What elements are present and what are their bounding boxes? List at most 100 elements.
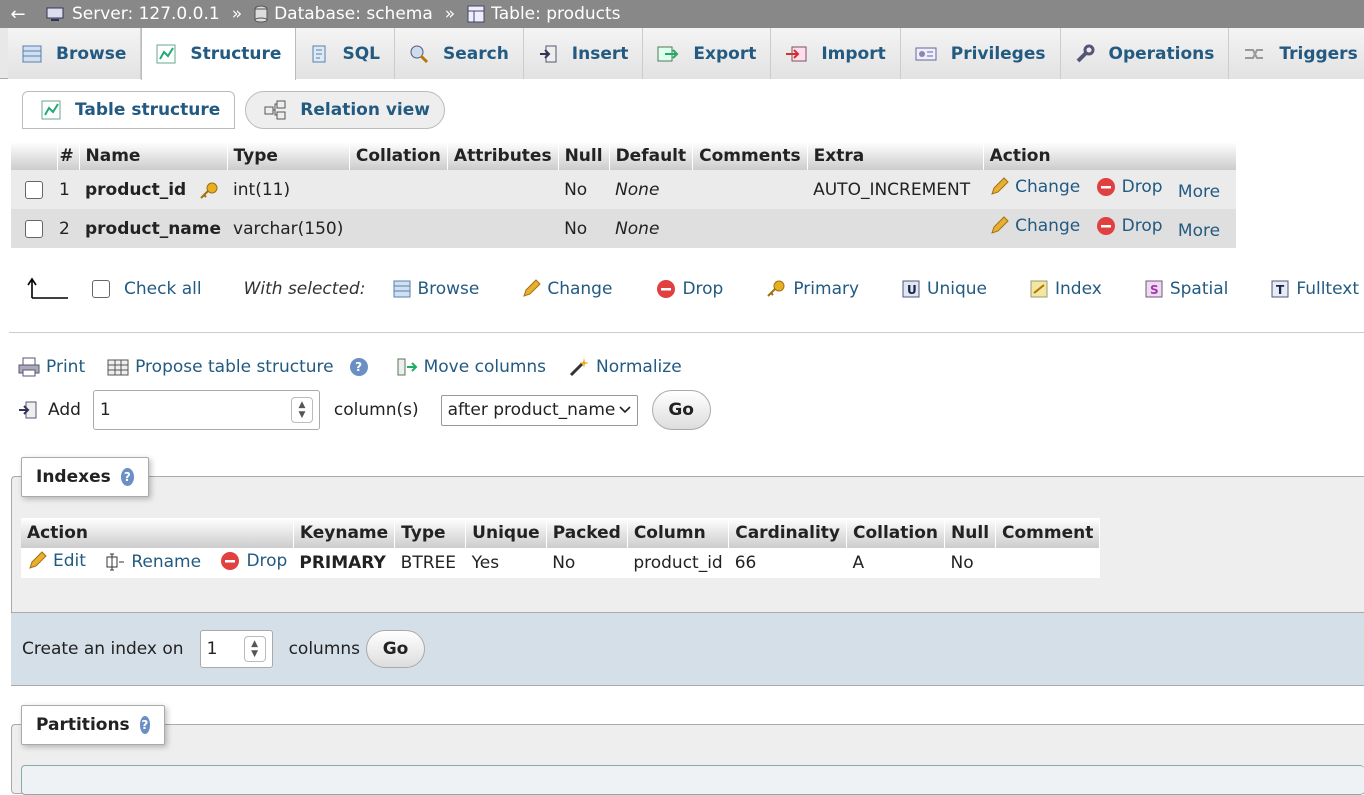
primary-key-icon — [767, 280, 785, 297]
breadcrumb-table[interactable]: Table: products — [467, 4, 621, 24]
tab-insert[interactable]: Insert — [523, 28, 644, 79]
tab-export[interactable]: Export — [643, 28, 772, 79]
tab-structure[interactable]: Structure — [141, 28, 297, 80]
more-button[interactable]: More — [1178, 221, 1220, 241]
number-spinner[interactable]: ▲ ▼ — [290, 397, 313, 423]
index-packed: No — [546, 548, 628, 578]
bulk-unique-button[interactable]: U Unique — [901, 279, 987, 299]
table-row: 1 product_id int(11) No None AUTO_INCREM… — [11, 170, 1237, 209]
tab-export-label: Export — [693, 43, 757, 64]
index-header-column: Column — [627, 518, 730, 548]
propose-structure-icon — [107, 359, 129, 376]
subtab-relation-view[interactable]: Relation view — [245, 91, 445, 129]
structure-table: # Name Type Collation Attributes Null De… — [11, 142, 1237, 248]
tab-sql[interactable]: SQL — [296, 28, 395, 79]
tab-operations[interactable]: Operations — [1060, 28, 1230, 79]
tab-privileges[interactable]: Privileges — [900, 28, 1061, 79]
table-label: Table: products — [491, 4, 621, 24]
move-columns-label: Move columns — [423, 357, 547, 377]
structure-links: Print Propose table structure ? Move col… — [18, 356, 694, 378]
column-header-num[interactable]: # — [57, 142, 80, 170]
move-columns-link[interactable]: Move columns — [396, 357, 546, 377]
index-type: BTREE — [394, 548, 466, 578]
column-header-null[interactable]: Null — [558, 142, 610, 170]
svg-text:U: U — [907, 283, 917, 297]
subtab-table-structure[interactable]: Table structure — [22, 91, 236, 129]
indexes-header-row: Action Keyname Type Unique Packed Column… — [21, 518, 1101, 548]
drop-icon — [657, 280, 676, 298]
index-drop-button[interactable]: Drop — [220, 551, 287, 571]
number-spinner[interactable]: ▲ ▼ — [243, 636, 266, 662]
back-arrow-icon[interactable]: ← — [0, 4, 36, 25]
propose-table-structure-link[interactable]: Propose table structure — [107, 357, 334, 377]
drop-icon — [1096, 217, 1115, 235]
column-header-extra[interactable]: Extra — [807, 142, 984, 170]
add-columns-count-input[interactable]: 1 ▲ ▼ — [92, 390, 320, 430]
database-label: Database: schema — [274, 4, 433, 24]
breadcrumb-database[interactable]: Database: schema — [254, 4, 433, 24]
bulk-drop-button[interactable]: Drop — [656, 279, 723, 299]
index-drop-label: Drop — [246, 550, 288, 571]
tab-triggers[interactable]: Triggers — [1229, 28, 1364, 79]
row-checkbox[interactable] — [25, 219, 43, 238]
index-rename-button[interactable]: Rename — [105, 552, 201, 572]
pencil-icon — [991, 177, 1009, 195]
row-checkbox[interactable] — [25, 180, 43, 199]
column-header-name[interactable]: Name — [79, 142, 228, 170]
column-type: varchar(150) — [227, 209, 350, 248]
print-label: Print — [46, 357, 86, 377]
bulk-index-button[interactable]: Index — [1029, 279, 1102, 299]
column-header-default[interactable]: Default — [609, 142, 694, 170]
breadcrumb-server[interactable]: Server: 127.0.0.1 — [46, 4, 220, 24]
index-null: No — [944, 548, 996, 578]
tab-search[interactable]: Search — [394, 28, 524, 79]
tab-privileges-label: Privileges — [950, 43, 1046, 64]
partitions-legend: Partitions ? — [21, 705, 165, 745]
table-row: 2 product_name varchar(150) No None Chan… — [11, 209, 1237, 248]
help-icon[interactable]: ? — [349, 358, 368, 376]
tab-operations-label: Operations — [1108, 43, 1215, 64]
bulk-primary-button[interactable]: Primary — [765, 279, 859, 299]
pencil-icon — [991, 216, 1009, 234]
bulk-spatial-button[interactable]: S Spatial — [1144, 279, 1228, 299]
table-row: Edit Rename Drop PRIMARY BTREE Yes No pr… — [21, 548, 1100, 578]
tab-structure-label: Structure — [190, 44, 282, 64]
index-edit-button[interactable]: Edit — [27, 551, 86, 571]
change-button[interactable]: Change — [989, 177, 1080, 197]
column-position-select[interactable]: after product_name — [440, 394, 638, 426]
normalize-link[interactable]: Normalize — [568, 356, 682, 378]
create-index-go-button[interactable]: Go — [366, 630, 426, 668]
column-header-comments[interactable]: Comments — [692, 142, 808, 170]
more-button[interactable]: More — [1178, 182, 1220, 202]
bulk-change-button[interactable]: Change — [521, 279, 612, 299]
drop-button[interactable]: Drop — [1096, 177, 1163, 197]
column-header-attributes[interactable]: Attributes — [447, 142, 559, 170]
check-all-checkbox[interactable] — [92, 280, 110, 298]
create-index-count-input[interactable]: 1 ▲ ▼ — [199, 630, 273, 668]
help-icon[interactable]: ? — [120, 468, 134, 486]
help-icon[interactable]: ? — [139, 716, 150, 734]
move-columns-icon — [397, 358, 418, 376]
check-all-label[interactable]: Check all — [124, 279, 202, 299]
bulk-fulltext-button[interactable]: T Fulltext — [1270, 279, 1359, 299]
column-header-type[interactable]: Type — [227, 142, 350, 170]
print-link[interactable]: Print — [18, 357, 85, 377]
column-header-collation[interactable]: Collation — [349, 142, 448, 170]
column-name: product_name — [85, 218, 222, 239]
add-go-button[interactable]: Go — [651, 390, 711, 430]
index-cardinality: 66 — [728, 548, 847, 578]
index-header-type: Type — [394, 518, 467, 548]
change-label: Change — [1015, 216, 1081, 236]
drop-button[interactable]: Drop — [1096, 216, 1163, 236]
svg-text:T: T — [1276, 283, 1285, 297]
tab-browse[interactable]: Browse — [8, 28, 142, 79]
bulk-index-label: Index — [1055, 279, 1102, 299]
row-num: 1 — [57, 170, 79, 209]
tab-import[interactable]: Import — [771, 28, 901, 79]
create-index-count-value: 1 — [206, 639, 218, 659]
divider — [9, 332, 1364, 333]
index-header-null: Null — [944, 518, 997, 548]
bulk-browse-button[interactable]: Browse — [393, 279, 479, 299]
change-button[interactable]: Change — [989, 216, 1080, 236]
sub-tabs: Table structure Relation view — [22, 91, 445, 129]
